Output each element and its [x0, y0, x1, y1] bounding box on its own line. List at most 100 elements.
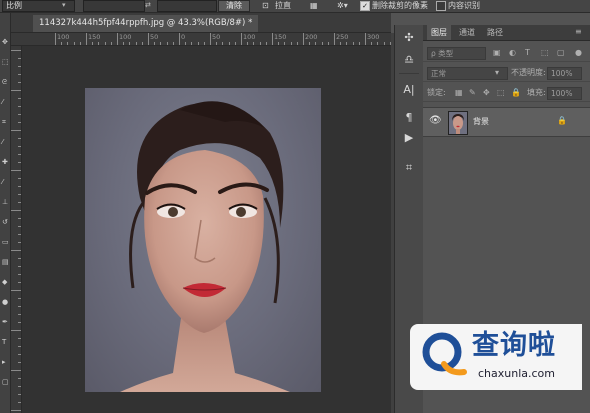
fill-input[interactable]: 100%	[547, 87, 582, 100]
ruler-tick	[172, 42, 174, 45]
filter-toggle-icon[interactable]: ●	[575, 47, 582, 59]
libraries-icon[interactable]: ♎	[400, 53, 418, 67]
crop-panel-icon[interactable]: ⌗	[400, 161, 418, 175]
actions-play-icon[interactable]: ▶	[400, 131, 418, 145]
straighten-icon[interactable]: ⊡	[262, 0, 269, 11]
content-aware-checkbox[interactable]	[436, 1, 446, 11]
gradient-tool-icon[interactable]: ▤	[2, 259, 9, 266]
ruler-tick	[265, 42, 267, 45]
ruler-label: 250	[336, 33, 349, 41]
ruler-tick	[253, 42, 255, 45]
ruler-tick	[11, 130, 21, 131]
shape-filter-icon[interactable]: ⬚	[541, 47, 549, 59]
straighten-button[interactable]: 拉直	[275, 0, 291, 11]
ruler-label: 100	[119, 33, 132, 41]
extensions-icon[interactable]: ✣	[400, 31, 418, 45]
crop-ratio-value: 比例	[6, 1, 22, 10]
ruler-tick	[222, 42, 224, 45]
tab-channels[interactable]: 通道	[455, 25, 479, 40]
lock-transparent-icon[interactable]: ▦	[455, 87, 463, 99]
ruler-tick	[272, 33, 273, 45]
lasso-tool-icon[interactable]: ᘓ	[2, 79, 8, 86]
layer-kind-filter[interactable]: ρ 类型	[427, 47, 486, 60]
document-tab-bar: 114327k444h5fpf44rppfh.jpg @ 43.3%(RGB/8…	[11, 13, 391, 33]
tab-paths[interactable]: 路径	[483, 25, 507, 40]
type-tool-icon[interactable]: T	[2, 339, 8, 346]
adjustment-filter-icon[interactable]: ◐	[509, 47, 516, 59]
clear-button[interactable]: 清除	[218, 0, 250, 12]
lock-artboard-icon[interactable]: ⬚	[497, 87, 505, 99]
ruler-tick	[278, 42, 280, 45]
opacity-input[interactable]: 100%	[547, 67, 582, 80]
magic-wand-tool-icon[interactable]: ⁄	[2, 99, 8, 106]
panel-tabs: 图层 通道 路径 ≡	[423, 25, 590, 41]
ruler-tick	[191, 42, 193, 45]
history-brush-tool-icon[interactable]: ↺	[2, 219, 8, 226]
pixel-filter-icon[interactable]: ▣	[493, 47, 501, 59]
ruler-tick	[228, 42, 230, 45]
swap-icon[interactable]: ⇄	[145, 0, 151, 11]
marquee-tool-icon[interactable]: ⬚	[2, 59, 9, 66]
crop-tool-icon[interactable]: ⌗	[2, 119, 8, 126]
lock-label: 锁定:	[427, 88, 446, 97]
ruler-tick	[110, 42, 112, 45]
eyedropper-tool-icon[interactable]: ⁄	[2, 139, 8, 146]
shape-tool-icon[interactable]: ▢	[2, 379, 9, 386]
character-panel-icon[interactable]: A|	[400, 83, 418, 97]
document-tab[interactable]: 114327k444h5fpf44rppfh.jpg @ 43.3%(RGB/8…	[33, 15, 259, 32]
dodge-tool-icon[interactable]: ●	[2, 299, 8, 306]
ruler-tick	[18, 354, 21, 355]
ruler-tick	[11, 50, 21, 51]
brush-tool-icon[interactable]: ⁄	[2, 179, 8, 186]
path-selection-tool-icon[interactable]: ▸	[2, 359, 8, 366]
ruler-tick	[18, 242, 21, 243]
horizontal-ruler: 10015010050050100150200250300350	[11, 33, 391, 46]
clone-stamp-tool-icon[interactable]: ⊥	[2, 199, 8, 206]
ruler-tick	[179, 33, 180, 45]
delete-cropped-checkbox[interactable]: ✓	[360, 1, 370, 11]
panel-menu-icon[interactable]: ≡	[575, 26, 582, 38]
layer-lock-icon[interactable]: 🔒	[557, 116, 567, 125]
healing-brush-tool-icon[interactable]: ✚	[2, 159, 8, 166]
grid-overlay-icon[interactable]: ▦	[310, 0, 318, 11]
move-tool-icon[interactable]: ✥	[2, 39, 8, 46]
ruler-tick	[18, 338, 21, 339]
smart-object-filter-icon[interactable]: ▢	[557, 47, 565, 59]
ruler-tick	[11, 410, 21, 411]
eye-visibility-icon[interactable]: 👁	[429, 115, 442, 126]
ruler-tick	[259, 42, 261, 45]
opacity-value: 100%	[551, 69, 573, 78]
ruler-tick	[18, 282, 21, 283]
eraser-tool-icon[interactable]: ▭	[2, 239, 9, 246]
ratio-height-input[interactable]	[157, 0, 217, 12]
ruler-tick	[216, 42, 218, 45]
layer-row-background[interactable]: 👁 背景 🔒	[423, 107, 590, 137]
blur-tool-icon[interactable]: ◆	[2, 279, 8, 286]
ruler-tick	[18, 394, 21, 395]
type-filter-icon[interactable]: T	[525, 47, 530, 59]
ruler-tick	[18, 98, 21, 99]
settings-gear-icon[interactable]: ✲▾	[337, 0, 348, 11]
lock-row: 锁定: ▦ ✎ ✥ ⬚ 🔒 填充: 100%	[423, 85, 590, 102]
ruler-tick	[18, 106, 21, 107]
ratio-width-input[interactable]	[83, 0, 145, 12]
pen-tool-icon[interactable]: ✒	[2, 319, 8, 326]
chevron-down-icon: ▾	[62, 1, 66, 9]
ruler-tick	[73, 42, 75, 45]
lock-all-icon[interactable]: 🔒	[511, 87, 521, 99]
lock-position-icon[interactable]: ✥	[483, 87, 490, 99]
ruler-tick	[18, 386, 21, 387]
ruler-tick	[346, 42, 348, 45]
watermark-badge: 查询啦 chaxunla.com	[410, 324, 582, 390]
paragraph-panel-icon[interactable]: ¶	[400, 111, 418, 125]
ruler-tick	[340, 42, 342, 45]
ruler-tick	[377, 42, 379, 45]
lock-image-icon[interactable]: ✎	[469, 87, 476, 99]
ruler-tick	[18, 146, 21, 147]
ruler-tick	[234, 42, 236, 45]
blend-mode-value: 正常	[431, 69, 446, 78]
ruler-tick	[18, 178, 21, 179]
ruler-tick	[166, 42, 168, 45]
ruler-tick	[18, 322, 21, 323]
tab-layers[interactable]: 图层	[427, 25, 451, 40]
